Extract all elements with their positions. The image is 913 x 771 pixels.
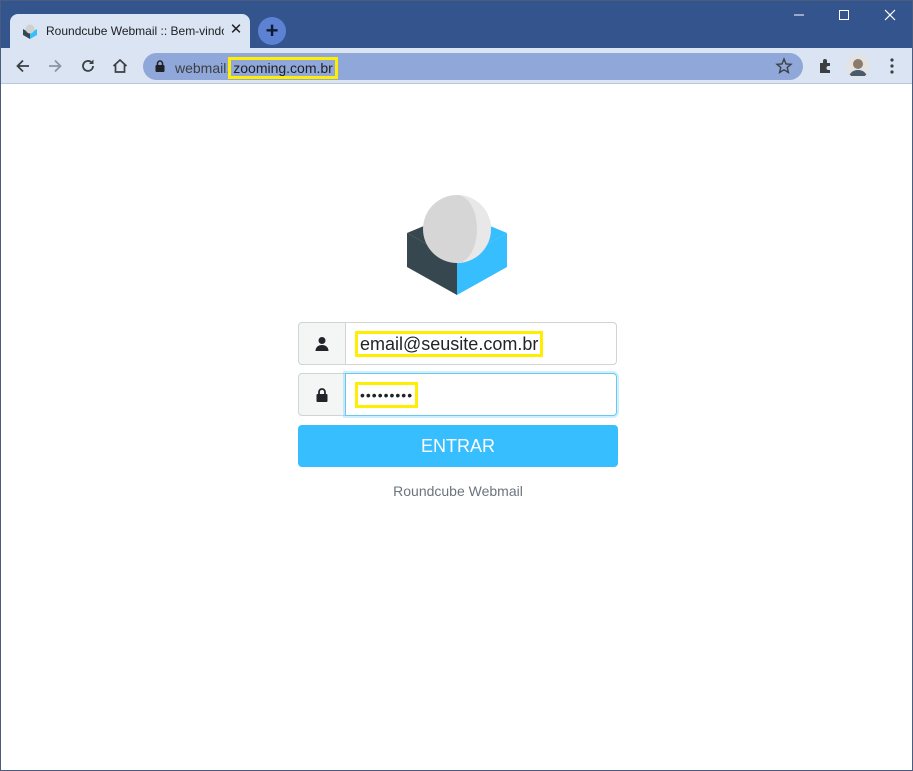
browser-toolbar: webmail. zooming.com.br	[1, 48, 912, 84]
browser-tab[interactable]: Roundcube Webmail :: Bem-vindo ao Roundc…	[10, 14, 250, 48]
footer-product-name: Roundcube Webmail	[393, 483, 523, 499]
url-text: webmail. zooming.com.br	[175, 57, 338, 79]
lock-icon	[316, 387, 328, 402]
home-icon	[112, 58, 128, 73]
close-window-button[interactable]	[867, 5, 913, 27]
tab-strip: Roundcube Webmail :: Bem-vindo ao Roundc…	[1, 1, 912, 48]
password-value: •••••••••	[355, 382, 419, 408]
maximize-button[interactable]	[821, 5, 867, 27]
forward-arrow-icon	[49, 59, 62, 73]
back-arrow-icon	[16, 59, 29, 73]
kebab-menu-icon[interactable]	[882, 56, 902, 76]
profile-avatar-image	[846, 54, 870, 78]
reload-button[interactable]	[76, 54, 100, 78]
password-field: •••••••••	[298, 373, 617, 416]
extensions-icon[interactable]	[816, 56, 836, 76]
username-value: email@seusite.com.br	[355, 331, 544, 357]
reload-icon	[82, 59, 94, 72]
url-subdomain: webmail.	[175, 60, 231, 76]
roundcube-logo	[407, 195, 507, 295]
username-input[interactable]: email@seusite.com.br	[345, 322, 617, 365]
minimize-icon	[794, 14, 804, 16]
login-button[interactable]: ENTRAR	[298, 425, 618, 467]
username-field: email@seusite.com.br	[298, 322, 617, 365]
close-icon	[884, 9, 896, 21]
url-host-highlight: zooming.com.br	[228, 57, 338, 79]
webmail-login-page: email@seusite.com.br ••••••••• ENTRAR Ro…	[1, 85, 912, 770]
lock-icon	[155, 60, 165, 72]
username-addon	[298, 322, 346, 365]
forward-button[interactable]	[43, 54, 67, 78]
password-input[interactable]: •••••••••	[345, 373, 617, 416]
tab-close-icon[interactable]: ✕	[228, 22, 244, 38]
tab-title: Roundcube Webmail :: Bem-vindo ao Roundc…	[46, 24, 224, 38]
profile-avatar[interactable]	[846, 54, 870, 78]
user-icon	[315, 336, 329, 351]
password-addon	[298, 373, 346, 416]
new-tab-button[interactable]: +	[258, 17, 286, 45]
browser-window: Roundcube Webmail :: Bem-vindo ao Roundc…	[0, 0, 913, 771]
home-button[interactable]	[108, 54, 132, 78]
maximize-icon	[839, 10, 849, 20]
address-bar[interactable]: webmail. zooming.com.br	[143, 53, 803, 80]
minimize-button[interactable]	[776, 5, 822, 27]
roundcube-favicon-icon	[23, 24, 37, 39]
back-button[interactable]	[11, 54, 35, 78]
star-icon[interactable]	[775, 57, 793, 75]
